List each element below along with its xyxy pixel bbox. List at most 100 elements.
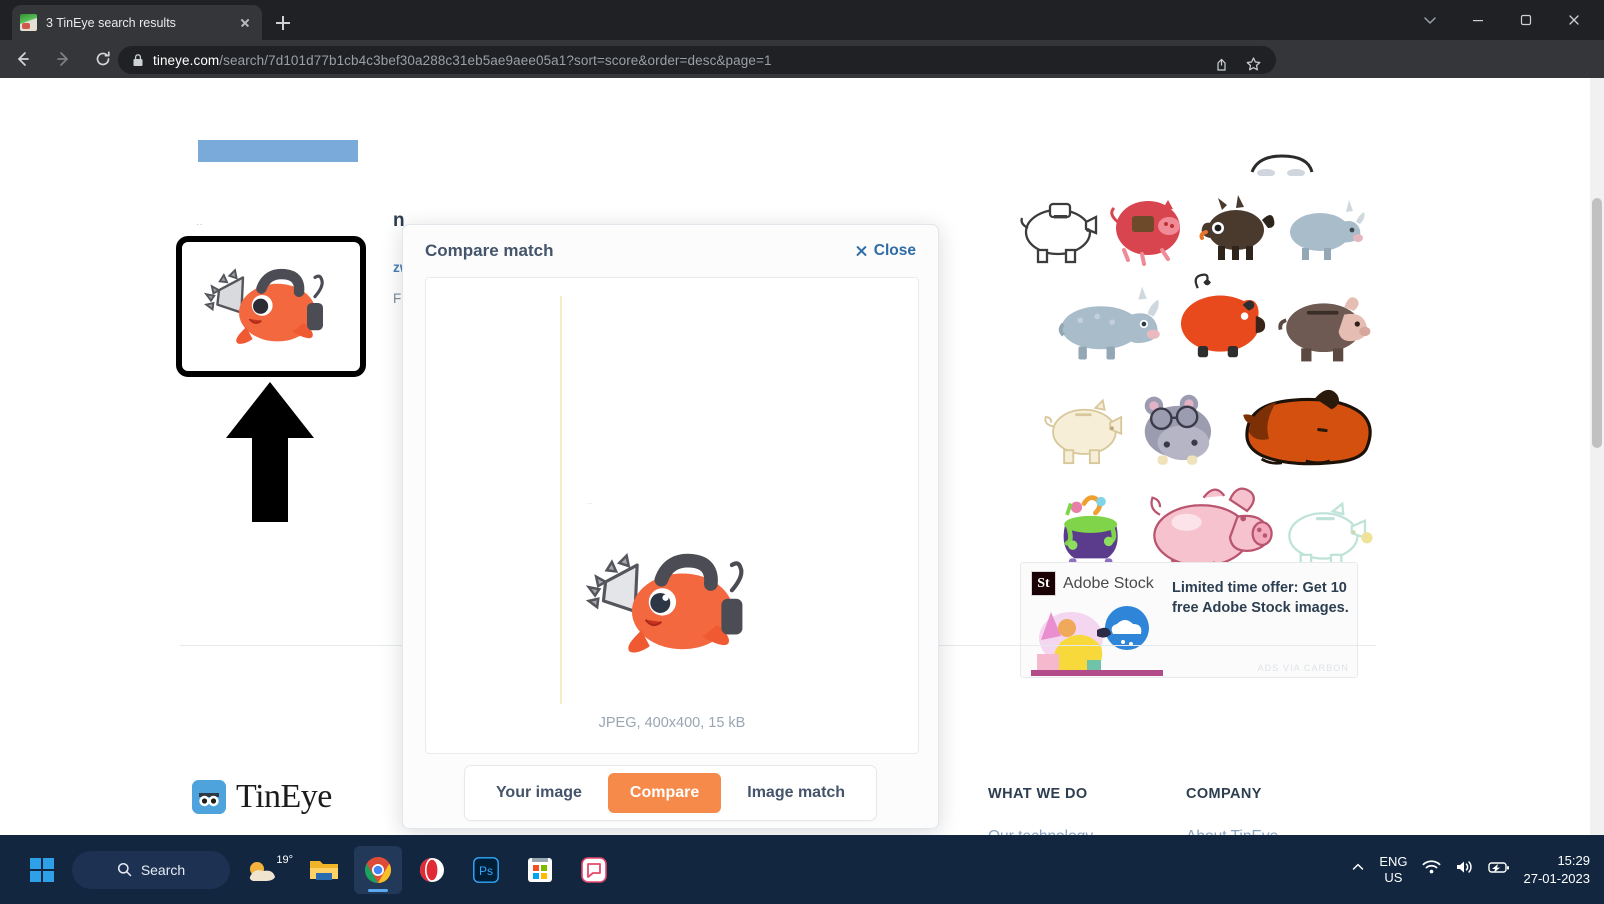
- ad-attribution: ADS VIA CARBON: [1257, 663, 1349, 673]
- sticker-row: [1246, 150, 1374, 176]
- address-bar[interactable]: tineye.com/search/7d101d77b1cb4c3bef30a2…: [118, 46, 1276, 74]
- language-line2: US: [1384, 869, 1403, 885]
- tab-image-match[interactable]: Image match: [725, 773, 867, 813]
- animal-sticker-icon[interactable]: [1246, 150, 1318, 176]
- volume-icon[interactable]: [1455, 859, 1474, 880]
- hippo-glasses-sticker-icon[interactable]: [1130, 382, 1228, 472]
- modal-close-label: Close: [873, 242, 916, 259]
- related-images-grid: [1014, 150, 1374, 576]
- wifi-icon[interactable]: [1422, 859, 1441, 880]
- rhino-large-sticker-icon[interactable]: [1056, 280, 1166, 368]
- search-icon: [117, 862, 132, 877]
- url-text: tineye.com/search/7d101d77b1cb4c3bef30a2…: [153, 53, 772, 68]
- photoshop-icon[interactable]: Ps: [462, 846, 510, 894]
- piggy-bank-outline-icon[interactable]: [1014, 188, 1106, 268]
- battery-icon[interactable]: [1487, 860, 1510, 879]
- footer-heading-what-we-do: WHAT WE DO: [988, 786, 1088, 802]
- system-tray: ENG US 15:29 27-01-2023: [1351, 835, 1594, 904]
- browser-chrome: 3 TinEye search results tineye.com/searc…: [0, 0, 1604, 112]
- search-image-thumbnail-annotated[interactable]: [176, 236, 366, 377]
- scrollbar-thumb[interactable]: [1592, 198, 1602, 448]
- brown-pig-bank-sticker-icon[interactable]: [1275, 280, 1374, 368]
- search-label: Search: [140, 861, 186, 878]
- compare-mode-switch: Your image Compare Image match: [403, 765, 938, 821]
- modal-close-button[interactable]: Close: [855, 242, 916, 260]
- page-scrollbar[interactable]: [1590, 78, 1604, 835]
- screen: 3 TinEye search results tineye.com/searc…: [0, 0, 1604, 904]
- tab-close-icon[interactable]: [236, 14, 254, 32]
- tab-your-image[interactable]: Your image: [474, 773, 604, 813]
- close-icon[interactable]: [1550, 2, 1598, 38]
- tineye-favicon-icon: [20, 14, 37, 31]
- boar-sticker-icon[interactable]: [1192, 188, 1280, 268]
- reload-icon[interactable]: [86, 42, 120, 76]
- opera-icon[interactable]: [408, 846, 456, 894]
- maximize-icon[interactable]: [1502, 2, 1550, 38]
- tab-compare[interactable]: Compare: [607, 773, 722, 813]
- browser-tab[interactable]: 3 TinEye search results: [12, 5, 262, 40]
- orange-capybara-sticker-icon[interactable]: [1166, 268, 1275, 368]
- result-rank-dash: ··: [196, 219, 203, 230]
- chrome-icon[interactable]: [354, 845, 402, 894]
- lock-icon: [133, 54, 143, 66]
- footer-link-about-tineye[interactable]: About TinEye: [1186, 820, 1278, 835]
- tab-search-icon[interactable]: [1406, 2, 1454, 38]
- minimize-icon[interactable]: [1454, 2, 1502, 38]
- guinea-pig-sticker-icon[interactable]: [1234, 378, 1374, 472]
- modal-header: Compare match Close: [403, 225, 938, 277]
- start-icon[interactable]: [18, 846, 66, 894]
- weather-temperature: 19°: [276, 853, 293, 866]
- tineye-wordmark: TinEye: [236, 778, 332, 815]
- language-line1: ENG: [1379, 853, 1408, 869]
- ad-headline: Limited time offer: Get 10 free Adobe St…: [1172, 580, 1349, 616]
- compare-image-pane[interactable]: ·- JPEG, 400x400, 15 kB: [425, 277, 919, 754]
- rhino-sticker-icon[interactable]: [1280, 188, 1368, 268]
- footer-logo[interactable]: TinEye: [192, 778, 332, 816]
- footer-link-our-technology[interactable]: Our technology: [988, 820, 1093, 835]
- compare-split-line[interactable]: [560, 296, 562, 704]
- sticker-row: [1042, 368, 1374, 472]
- share-icon[interactable]: [1206, 49, 1236, 79]
- url-path: /search/7d101d77b1cb4c3bef30a288c31eb5ae…: [219, 52, 772, 68]
- pochita-compare-image: [585, 553, 744, 653]
- url-host: tineye.com: [153, 52, 220, 68]
- pane-artifact: ·-: [586, 498, 592, 508]
- footer-column-company: COMPANY About TinEye Our clients Careers: [1186, 778, 1278, 835]
- page-content: ·· n zw Fi: [0, 78, 1604, 835]
- taskbar-search-box[interactable]: Search: [72, 850, 230, 889]
- cream-piggy-bank-sticker-icon[interactable]: [1042, 388, 1130, 472]
- red-pig-sticker-icon[interactable]: [1104, 188, 1192, 268]
- sticker-row: [1056, 268, 1374, 368]
- show-hidden-icons-chevron[interactable]: [1351, 860, 1365, 879]
- sticker-row: [1050, 472, 1374, 576]
- pochita-thumbnail-image: [203, 267, 324, 344]
- forward-icon[interactable]: [46, 42, 80, 76]
- bookmark-star-icon[interactable]: [1238, 49, 1268, 79]
- new-tab-button[interactable]: [270, 10, 296, 36]
- svg-text:Ps: Ps: [479, 864, 493, 878]
- footer-heading-company: COMPANY: [1186, 786, 1262, 802]
- taskbar-apps: Search 19° Ps: [18, 835, 618, 904]
- tab-strip: 3 TinEye search results: [0, 0, 1604, 40]
- microsoft-store-icon[interactable]: [516, 846, 564, 894]
- clock-time: 15:29: [1557, 852, 1590, 868]
- annotation-arrow-up-icon: [226, 382, 314, 522]
- compare-match-modal: Compare match Close ·- JPEG, 400x400, 15…: [402, 224, 939, 829]
- language-indicator[interactable]: ENG US: [1379, 854, 1407, 886]
- ad-illustration: [1031, 606, 1163, 676]
- tineye-mark-icon: [192, 780, 226, 814]
- close-icon: [855, 245, 868, 258]
- adobe-stock-logo: St Adobe Stock: [1031, 571, 1166, 596]
- file-explorer-icon[interactable]: [300, 846, 348, 894]
- adobe-stock-ad[interactable]: St Adobe Stock Limited time offer: Get 1…: [1020, 562, 1358, 678]
- adobe-st-badge: St: [1031, 571, 1056, 596]
- windows-taskbar: Search 19° Ps ENG US 15:29 27-01-2023: [0, 835, 1604, 904]
- clock[interactable]: 15:29 27-01-2023: [1524, 852, 1595, 888]
- ad-left-column: St Adobe Stock: [1021, 563, 1166, 677]
- browser-toolbar: tineye.com/search/7d101d77b1cb4c3bef30a2…: [0, 40, 1604, 112]
- footer-column-what-we-do: WHAT WE DO Our technology TinEye Labs: [988, 778, 1093, 835]
- chat-icon[interactable]: [570, 846, 618, 894]
- back-icon[interactable]: [6, 42, 40, 76]
- omnibox-actions: [1206, 49, 1268, 79]
- weather-widget[interactable]: 19°: [236, 846, 294, 894]
